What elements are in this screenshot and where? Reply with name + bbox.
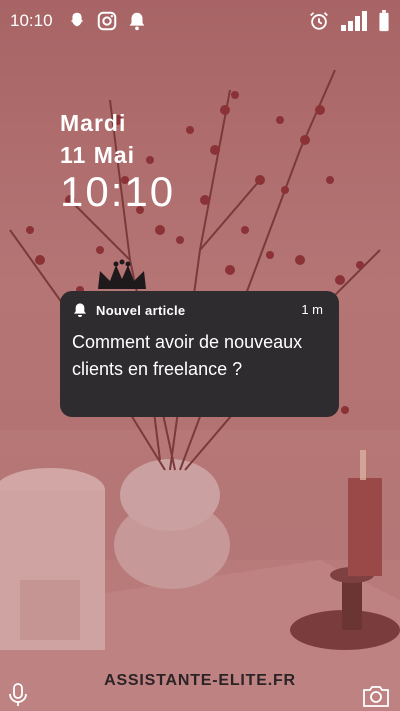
notification-card[interactable]: Nouvel article 1 m Comment avoir de nouv…: [60, 291, 339, 417]
bell-icon: [126, 10, 148, 32]
lock-time: 10:10: [60, 168, 176, 215]
status-time: 10:10: [10, 11, 53, 30]
bell-icon: [74, 303, 86, 317]
status-icons-left: [66, 10, 148, 32]
battery-icon: [378, 10, 390, 32]
lock-day: Mardi: [60, 110, 127, 136]
status-bar: 10:10: [0, 0, 400, 44]
notification-message: Comment avoir de nouveaux clients en fre…: [72, 332, 303, 379]
instagram-icon: [96, 10, 118, 32]
lock-date: 11 Mai: [60, 142, 136, 168]
brand-text: ASSISTANTE-ELITE.FR: [104, 672, 296, 689]
notification-app-name: Nouvel article: [96, 302, 186, 318]
notification-age: 1 m: [301, 302, 323, 317]
signal-icon: [340, 10, 368, 32]
alarm-icon: [308, 10, 330, 32]
camera-icon[interactable]: [362, 684, 390, 708]
crown-icon: [98, 259, 146, 289]
status-icons-right: [308, 10, 390, 32]
notification-header: Nouvel article 1 m: [72, 301, 323, 319]
lock-screen: 10:10 Mardi 11 Mai 10:10 Nouvel article …: [0, 0, 400, 711]
snapchat-icon: [66, 10, 88, 32]
